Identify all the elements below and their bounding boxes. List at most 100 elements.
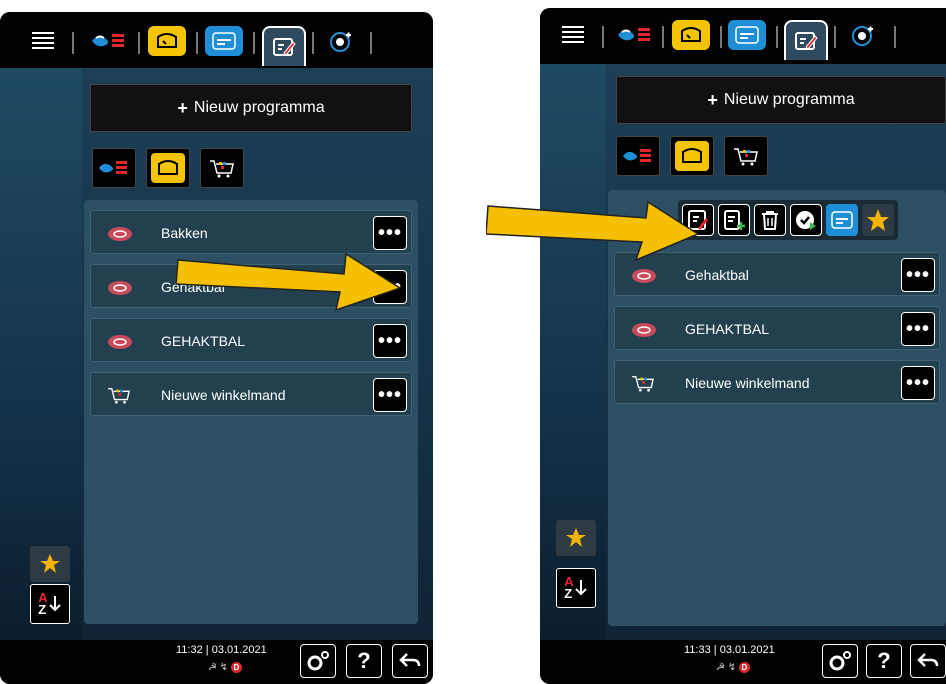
annotation-arrow-2: [486, 200, 700, 262]
arrow-down-icon: [574, 580, 587, 596]
date: 03.01.2021: [211, 644, 267, 656]
filter-bakery[interactable]: [146, 148, 190, 188]
bottom-bar: 11:32 | 03.01.2021 ☭ ↯ D ?: [0, 640, 433, 684]
programming-tab[interactable]: [262, 26, 306, 66]
ctx-delete-button[interactable]: [754, 204, 786, 236]
cooking-modes-tab[interactable]: [88, 26, 126, 56]
processes-icon: [212, 32, 236, 50]
menu-icon: [32, 32, 54, 49]
steak-icon: [632, 269, 656, 283]
more-button[interactable]: •••: [373, 324, 407, 358]
main-content: + Nieuw programma Gehaktbal ••• GEHAKTBAL…: [540, 64, 946, 640]
d-badge-icon: D: [230, 662, 242, 673]
cooking-modes-icon: [618, 28, 650, 41]
more-button[interactable]: •••: [901, 312, 935, 346]
ctx-process-button[interactable]: [826, 204, 858, 236]
list-item[interactable]: Nieuwe winkelmand •••: [614, 360, 940, 404]
filter-cooking-modes[interactable]: [92, 148, 136, 188]
more-button[interactable]: •••: [373, 378, 407, 412]
processes-tab[interactable]: [728, 20, 766, 50]
menu-tab[interactable]: [24, 26, 62, 56]
bakery-tab[interactable]: [672, 20, 710, 50]
trash-icon: [762, 211, 778, 230]
sort-z: Z: [564, 586, 573, 601]
cooking-modes-icon: [99, 161, 127, 174]
ctx-start-button[interactable]: [790, 204, 822, 236]
assistant-tab[interactable]: [322, 26, 360, 56]
filter-cooking-modes[interactable]: [616, 136, 660, 176]
device-screen-2: + Nieuw programma Gehaktbal ••• GEHAKTBAL…: [540, 8, 946, 684]
help-button[interactable]: ?: [866, 644, 902, 678]
help-button[interactable]: ?: [346, 644, 382, 678]
sort-az-button[interactable]: A Z: [556, 568, 596, 608]
basket-icon: [734, 148, 758, 166]
check-play-icon: [796, 211, 816, 230]
usb-icon: ↯: [727, 662, 737, 673]
status-icons: ☭ ↯ D: [208, 662, 242, 673]
more-button[interactable]: •••: [901, 366, 935, 400]
item-label: GEHAKTBAL: [161, 333, 246, 349]
usb-icon: ↯: [219, 662, 229, 673]
cooking-modes-icon: [623, 149, 651, 162]
assistant-icon: [330, 32, 351, 52]
cooking-modes-tab[interactable]: [614, 20, 652, 50]
date: 03.01.2021: [719, 644, 775, 656]
item-label: Nieuwe winkelmand: [685, 375, 810, 391]
bakery-tab[interactable]: [148, 26, 186, 56]
more-button[interactable]: •••: [901, 258, 935, 292]
ctx-copy-button[interactable]: [718, 204, 750, 236]
time: 11:33: [684, 644, 711, 656]
clock: 11:33 | 03.01.2021: [684, 644, 775, 656]
steak-icon: [108, 281, 132, 295]
main-content: +Nieuw programma Bakken ••• Gehaktbal ••…: [0, 68, 433, 640]
assistant-icon: [852, 26, 873, 46]
list-item[interactable]: Nieuwe winkelmand •••: [90, 372, 412, 416]
top-tab-bar: [540, 8, 946, 64]
back-button[interactable]: [392, 644, 428, 678]
back-arrow-icon: [399, 653, 421, 667]
favorites-button[interactable]: [30, 546, 70, 582]
bottom-bar: 11:33 | 03.01.2021 ☭ ↯ D ?: [540, 640, 946, 684]
list-item[interactable]: GEHAKTBAL •••: [614, 306, 940, 350]
back-button[interactable]: [910, 644, 946, 678]
processes-icon: [735, 26, 759, 44]
star-icon: [40, 554, 60, 573]
network-icon: ☭: [208, 662, 217, 673]
settings-button[interactable]: [300, 644, 336, 678]
favorites-button[interactable]: [556, 520, 596, 556]
status-icons: ☭ ↯ D: [716, 662, 750, 673]
bread-icon: [681, 27, 701, 42]
ctx-favorite-button[interactable]: [862, 204, 894, 236]
copy-add-icon: [724, 210, 745, 230]
new-program-button[interactable]: + Nieuw programma: [90, 84, 412, 132]
filter-basket[interactable]: [200, 148, 244, 188]
sort-az-button[interactable]: A Z: [30, 584, 70, 624]
cooking-modes-icon: [92, 34, 124, 47]
context-menu: [678, 200, 898, 240]
filter-bakery[interactable]: [670, 136, 714, 176]
filter-basket[interactable]: [724, 136, 768, 176]
assistant-tab[interactable]: [844, 20, 882, 50]
programming-tab[interactable]: [784, 20, 828, 60]
star-icon: [867, 209, 889, 231]
new-program-button[interactable]: + Nieuw programma: [616, 76, 946, 124]
new-program-label: Nieuw programma: [723, 91, 855, 108]
time: 11:32: [176, 644, 203, 656]
edit-icon: [795, 32, 818, 50]
gears-icon: [307, 651, 329, 671]
basket-icon: [210, 160, 234, 178]
clock: 11:32 | 03.01.2021: [176, 644, 267, 656]
processes-tab[interactable]: [205, 26, 243, 56]
bread-icon: [157, 33, 177, 48]
steak-icon: [632, 323, 656, 337]
edit-icon: [273, 38, 296, 56]
more-button[interactable]: •••: [373, 216, 407, 250]
top-tab-bar: [0, 12, 433, 68]
d-badge-icon: D: [738, 662, 750, 673]
list-item[interactable]: GEHAKTBAL •••: [90, 318, 412, 362]
steak-icon: [108, 335, 132, 349]
item-label: GEHAKTBAL: [685, 321, 770, 337]
menu-tab[interactable]: [554, 20, 592, 50]
settings-button[interactable]: [822, 644, 858, 678]
network-icon: ☭: [716, 662, 725, 673]
